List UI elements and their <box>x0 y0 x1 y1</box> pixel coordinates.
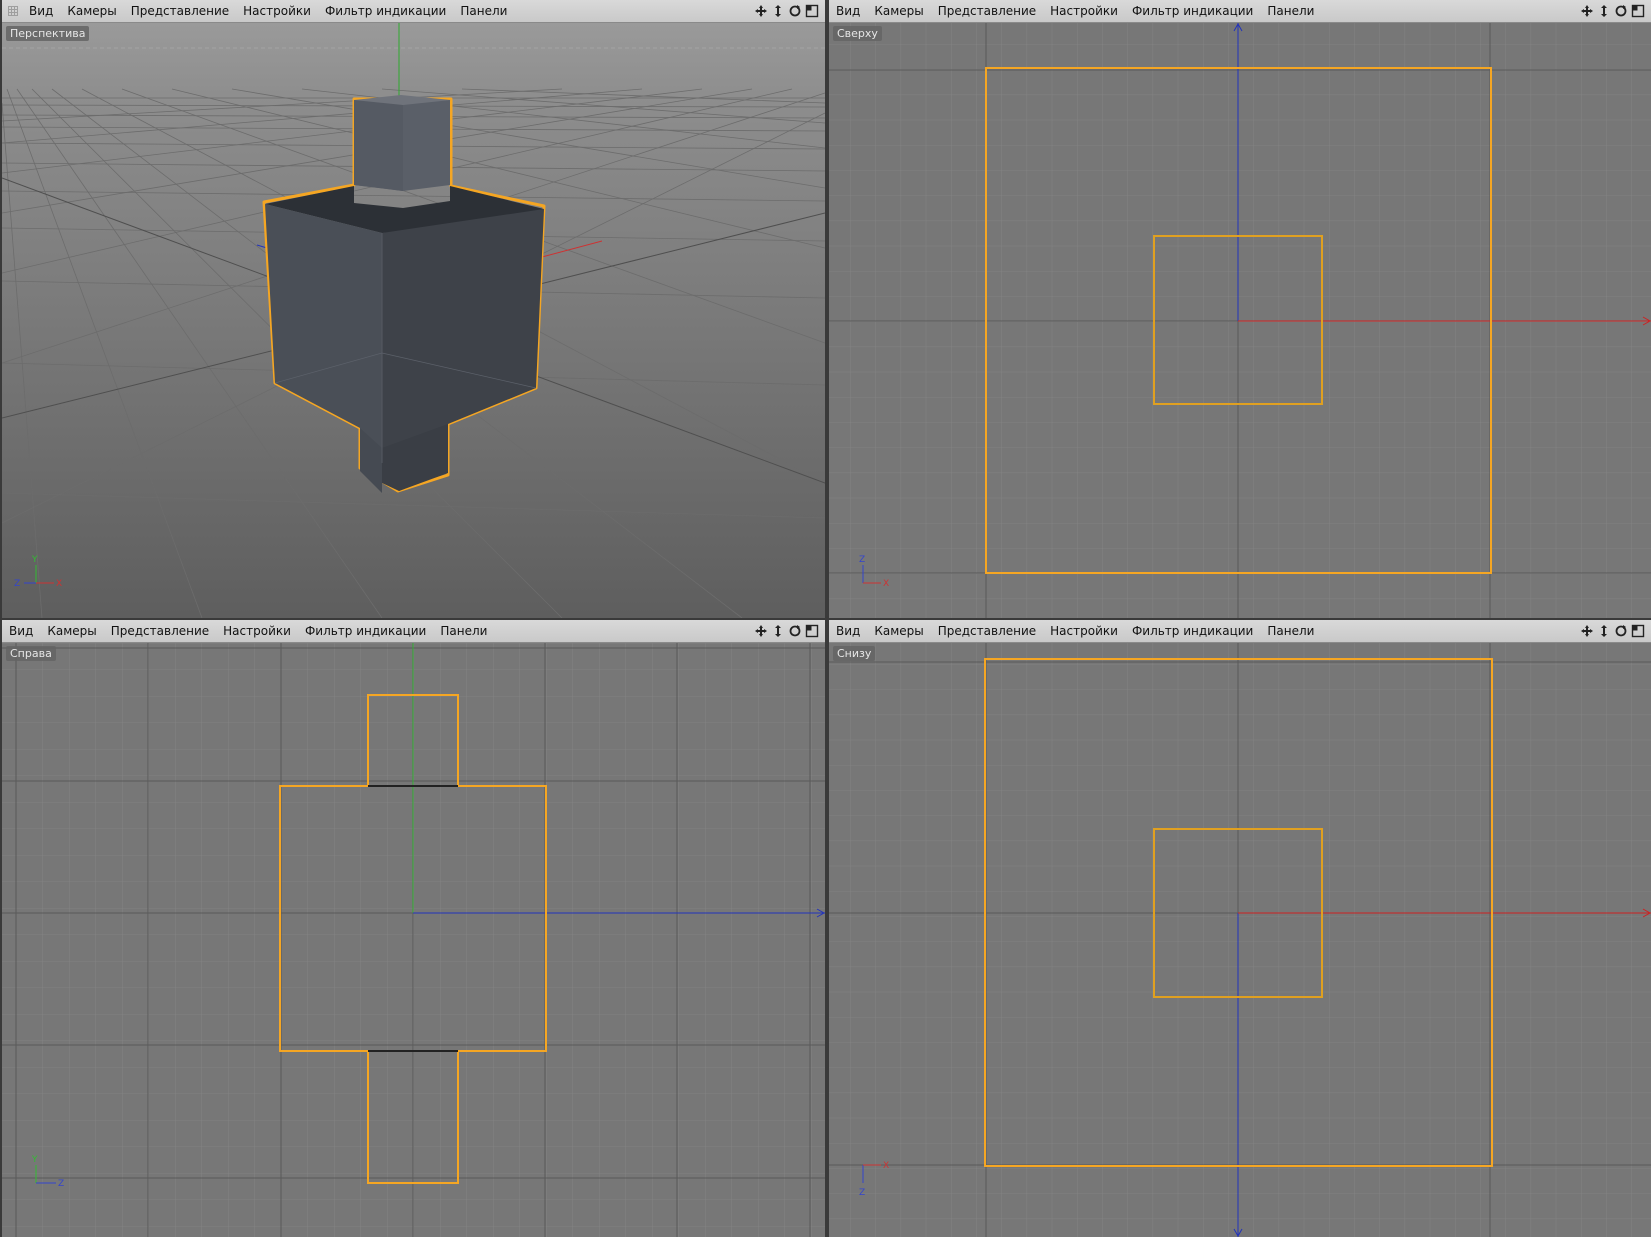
scale-icon[interactable] <box>1597 624 1611 638</box>
menu-filter[interactable]: Фильтр индикации <box>1125 0 1260 23</box>
top-canvas[interactable]: Z X <box>829 23 1651 618</box>
gizmo-z-label: Z <box>859 555 865 565</box>
gizmo-x-label: X <box>883 1161 889 1171</box>
menu-cameras[interactable]: Камеры <box>60 0 123 23</box>
menu-panels[interactable]: Панели <box>433 620 494 643</box>
menu-display[interactable]: Представление <box>104 620 216 643</box>
gizmo-x-label: X <box>883 579 889 589</box>
move-icon[interactable] <box>754 624 768 638</box>
menu-panels[interactable]: Панели <box>453 0 514 23</box>
menu-view[interactable]: Вид <box>829 620 867 643</box>
bottom-canvas[interactable]: Z X <box>829 643 1651 1237</box>
menu-settings[interactable]: Настройки <box>216 620 298 643</box>
viewport-menubar: Вид Камеры Представление Настройки Фильт… <box>2 620 825 643</box>
menu-view[interactable]: Вид <box>829 0 867 23</box>
gizmo-x-label: X <box>56 579 62 589</box>
gizmo-z-label: Z <box>859 1188 865 1198</box>
menu-display[interactable]: Представление <box>931 0 1043 23</box>
move-icon[interactable] <box>1580 624 1594 638</box>
gizmo-z-label: Z <box>14 579 20 589</box>
maximize-icon[interactable] <box>1631 624 1645 638</box>
grid-minor <box>829 643 1651 1237</box>
viewport-nav-icons <box>754 624 825 638</box>
maximize-icon[interactable] <box>805 4 819 18</box>
menu-display[interactable]: Представление <box>931 620 1043 643</box>
rotate-icon[interactable] <box>788 624 802 638</box>
viewport-label-perspective[interactable]: Перспектива <box>6 26 90 41</box>
rotate-icon[interactable] <box>1614 624 1628 638</box>
scale-icon[interactable] <box>1597 4 1611 18</box>
scale-icon[interactable] <box>771 624 785 638</box>
maximize-icon[interactable] <box>1631 4 1645 18</box>
menu-panels[interactable]: Панели <box>1260 620 1321 643</box>
menu-cameras[interactable]: Камеры <box>867 620 930 643</box>
menu-settings[interactable]: Настройки <box>1043 620 1125 643</box>
viewport-menubar: Вид Камеры Представление Настройки Фильт… <box>2 0 825 23</box>
right-canvas[interactable]: Y Z <box>2 643 825 1237</box>
menu-filter[interactable]: Фильтр индикации <box>298 620 433 643</box>
menu-panels[interactable]: Панели <box>1260 0 1321 23</box>
menu-filter[interactable]: Фильтр индикации <box>1125 620 1260 643</box>
viewport-menubar: Вид Камеры Представление Настройки Фильт… <box>829 0 1651 23</box>
menu-filter[interactable]: Фильтр индикации <box>318 0 453 23</box>
viewport-bottom[interactable]: Вид Камеры Представление Настройки Фильт… <box>829 620 1651 1237</box>
viewport-perspective[interactable]: Вид Камеры Представление Настройки Фильт… <box>2 0 825 618</box>
maximize-icon[interactable] <box>805 624 819 638</box>
viewport-nav-icons <box>754 4 825 18</box>
menu-display[interactable]: Представление <box>124 0 236 23</box>
panel-grip-icon[interactable] <box>8 6 18 16</box>
gizmo-y-label: Y <box>31 1155 38 1165</box>
viewport-right[interactable]: Вид Камеры Представление Настройки Фильт… <box>2 620 825 1237</box>
rotate-icon[interactable] <box>788 4 802 18</box>
viewport-nav-icons <box>1580 624 1651 638</box>
viewport-label-top[interactable]: Сверху <box>833 26 882 41</box>
menu-settings[interactable]: Настройки <box>236 0 318 23</box>
perspective-canvas[interactable]: Y X Z <box>2 23 825 618</box>
viewport-top[interactable]: Вид Камеры Представление Настройки Фильт… <box>829 0 1651 618</box>
move-icon[interactable] <box>1580 4 1594 18</box>
viewport-menubar: Вид Камеры Представление Настройки Фильт… <box>829 620 1651 643</box>
move-icon[interactable] <box>754 4 768 18</box>
menu-cameras[interactable]: Камеры <box>40 620 103 643</box>
viewport-label-right[interactable]: Справа <box>6 646 56 661</box>
menu-settings[interactable]: Настройки <box>1043 0 1125 23</box>
menu-view[interactable]: Вид <box>2 620 40 643</box>
scale-icon[interactable] <box>771 4 785 18</box>
menu-view[interactable]: Вид <box>22 0 60 23</box>
gizmo-y-label: Y <box>31 555 38 565</box>
rotate-icon[interactable] <box>1614 4 1628 18</box>
viewport-label-bottom[interactable]: Снизу <box>833 646 876 661</box>
gizmo-z-label: Z <box>58 1179 64 1189</box>
viewport-nav-icons <box>1580 4 1651 18</box>
menu-cameras[interactable]: Камеры <box>867 0 930 23</box>
